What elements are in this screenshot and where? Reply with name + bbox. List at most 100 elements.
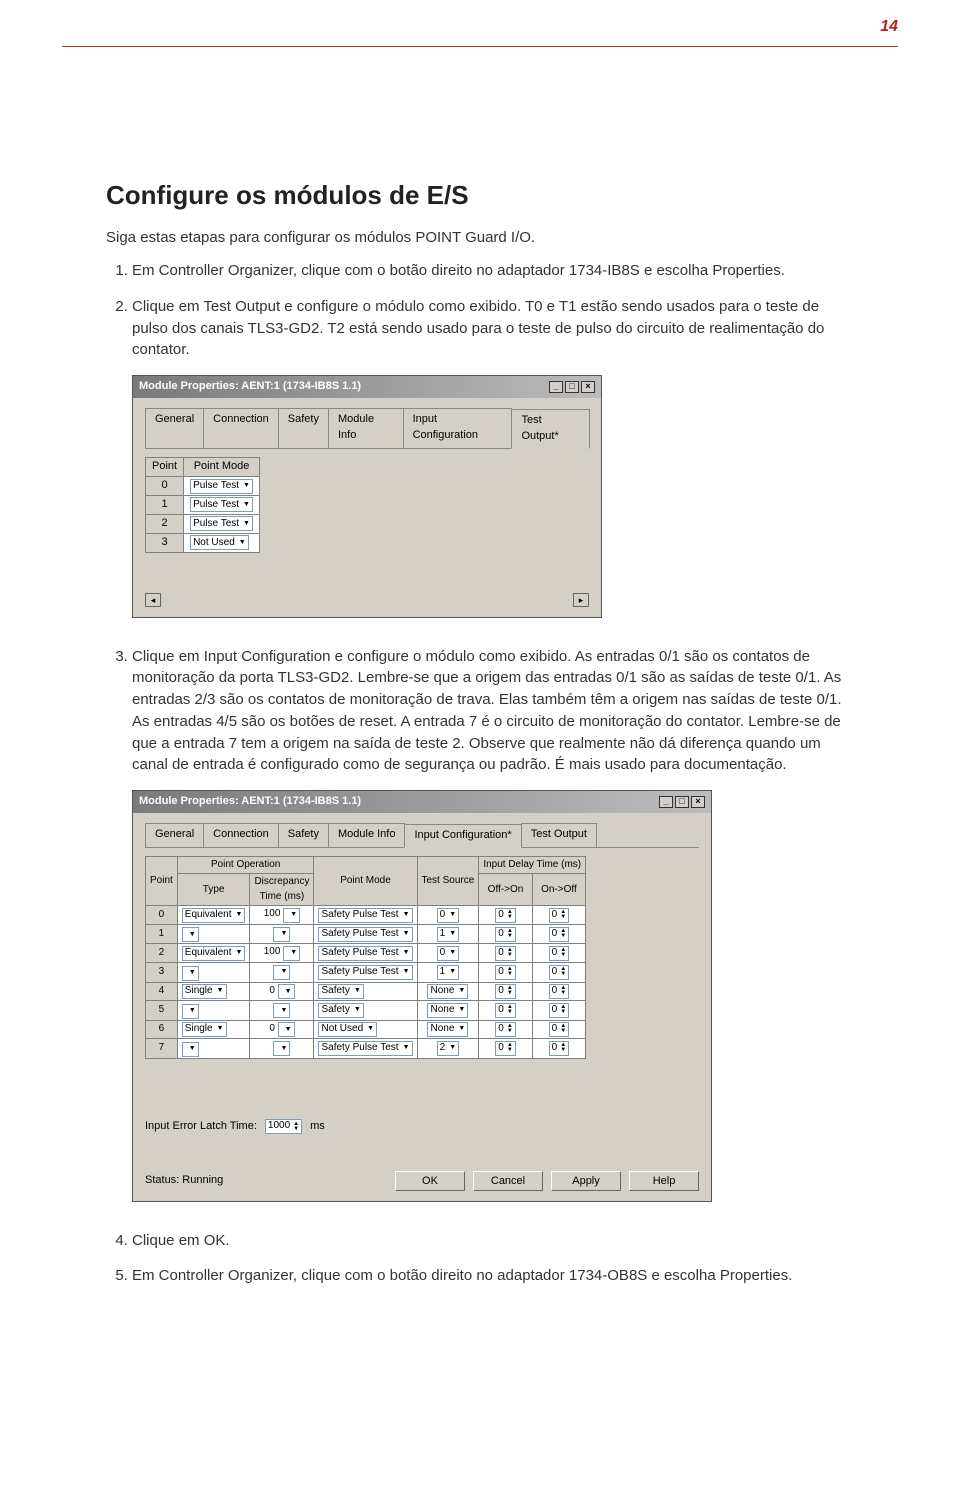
mode-cell[interactable]: Safety Pulse Test▼ <box>314 944 417 963</box>
type-cell[interactable]: Single▼ <box>177 982 250 1001</box>
onoff-cell[interactable]: 0▲▼ <box>532 982 585 1001</box>
point-table: Point Point Mode 0 Pulse Test▼ 1 Pulse T… <box>145 457 260 553</box>
onoff-cell[interactable]: 0▲▼ <box>532 1039 585 1059</box>
offon-cell[interactable]: 0▲▼ <box>479 944 532 963</box>
section-subtitle: Siga estas etapas para configurar os mód… <box>106 227 854 248</box>
onoff-cell[interactable]: 0▲▼ <box>532 1020 585 1039</box>
point-mode-select: Pulse Test▼ <box>190 497 253 512</box>
titlebar[interactable]: Module Properties: AENT:1 (1734-IB8S 1.1… <box>133 376 601 398</box>
row-index: 2 <box>146 944 178 963</box>
page-number: 14 <box>880 18 898 36</box>
apply-button[interactable]: Apply <box>551 1171 621 1191</box>
type-cell[interactable]: ▼ <box>177 963 250 983</box>
offon-cell[interactable]: 0▲▼ <box>479 963 532 983</box>
test-cell[interactable]: None▼ <box>417 1020 479 1039</box>
step-5: Em Controller Organizer, clique com o bo… <box>132 1265 854 1287</box>
type-cell[interactable]: ▼ <box>177 1001 250 1021</box>
type-cell[interactable]: Equivalent▼ <box>177 944 250 963</box>
mode-cell[interactable]: Safety▼ <box>314 982 417 1001</box>
tab-input-config[interactable]: Input Configuration <box>403 408 513 448</box>
offon-cell[interactable]: 0▲▼ <box>479 982 532 1001</box>
onoff-cell[interactable]: 0▲▼ <box>532 906 585 925</box>
row-index: 5 <box>146 1001 178 1021</box>
tabs-row: General Connection Safety Module Info In… <box>145 408 589 449</box>
step-2: Clique em Test Output e configure o módu… <box>132 296 854 618</box>
latch-label: Input Error Latch Time: <box>145 1119 257 1135</box>
input-config-table: Point Point Operation Point Mode Test So… <box>145 856 586 1059</box>
row-index: 7 <box>146 1039 178 1059</box>
scroll-right-icon[interactable]: ▸ <box>573 593 589 607</box>
disc-cell[interactable]: 0 ▼ <box>250 1020 314 1039</box>
mode-cell[interactable]: Safety Pulse Test▼ <box>314 924 417 944</box>
type-cell[interactable]: Single▼ <box>177 1020 250 1039</box>
cancel-button[interactable]: Cancel <box>473 1171 543 1191</box>
type-cell[interactable]: ▼ <box>177 924 250 944</box>
test-cell[interactable]: None▼ <box>417 1001 479 1021</box>
step-3: Clique em Input Configuration e configur… <box>132 646 854 1202</box>
tab-module-info[interactable]: Module Info <box>328 823 405 847</box>
test-cell[interactable]: 0▼ <box>417 906 479 925</box>
latch-unit: ms <box>310 1119 325 1135</box>
scroll-left-icon[interactable]: ◂ <box>145 593 161 607</box>
table-row: 2 Pulse Test▼ <box>146 514 260 533</box>
close-button[interactable]: × <box>581 381 595 393</box>
titlebar[interactable]: Module Properties: AENT:1 (1734-IB8S 1.1… <box>133 791 711 813</box>
type-cell[interactable]: ▼ <box>177 1039 250 1059</box>
tab-general[interactable]: General <box>145 823 204 847</box>
latch-time-input[interactable]: 1000 ▲▼ <box>265 1119 302 1134</box>
disc-cell[interactable]: ▼ <box>250 1039 314 1059</box>
disc-cell[interactable]: ▼ <box>250 963 314 983</box>
row-index: 6 <box>146 1020 178 1039</box>
col-input-delay: Input Delay Time (ms) <box>479 856 586 874</box>
offon-cell[interactable]: 0▲▼ <box>479 906 532 925</box>
disc-cell[interactable]: 100 ▼ <box>250 906 314 925</box>
offon-cell[interactable]: 0▲▼ <box>479 924 532 944</box>
maximize-button[interactable]: □ <box>675 796 689 808</box>
test-cell[interactable]: 2▼ <box>417 1039 479 1059</box>
disc-cell[interactable]: 0 ▼ <box>250 982 314 1001</box>
test-cell[interactable]: None▼ <box>417 982 479 1001</box>
test-cell[interactable]: 1▼ <box>417 924 479 944</box>
disc-cell[interactable]: ▼ <box>250 1001 314 1021</box>
minimize-button[interactable]: _ <box>659 796 673 808</box>
scrollbar[interactable]: ◂ ▸ <box>145 593 589 607</box>
disc-cell[interactable]: 100 ▼ <box>250 944 314 963</box>
mode-cell[interactable]: Not Used▼ <box>314 1020 417 1039</box>
offon-cell[interactable]: 0▲▼ <box>479 1020 532 1039</box>
table-row: 4Single▼0 ▼Safety▼None▼0▲▼0▲▼ <box>146 982 586 1001</box>
onoff-cell[interactable]: 0▲▼ <box>532 924 585 944</box>
table-row: 2Equivalent▼100 ▼Safety Pulse Test▼0▼0▲▼… <box>146 944 586 963</box>
test-cell[interactable]: 1▼ <box>417 963 479 983</box>
row-index: 3 <box>146 963 178 983</box>
content: Configure os módulos de E/S Siga estas e… <box>106 180 854 1301</box>
table-row: 7▼▼Safety Pulse Test▼2▼0▲▼0▲▼ <box>146 1039 586 1059</box>
tab-general[interactable]: General <box>145 408 204 448</box>
offon-cell[interactable]: 0▲▼ <box>479 1001 532 1021</box>
type-cell[interactable]: Equivalent▼ <box>177 906 250 925</box>
tab-input-config[interactable]: Input Configuration* <box>404 824 521 848</box>
onoff-cell[interactable]: 0▲▼ <box>532 963 585 983</box>
mode-cell[interactable]: Safety▼ <box>314 1001 417 1021</box>
tab-safety[interactable]: Safety <box>278 823 329 847</box>
mode-cell[interactable]: Safety Pulse Test▼ <box>314 963 417 983</box>
ok-button[interactable]: OK <box>395 1171 465 1191</box>
mode-cell[interactable]: Safety Pulse Test▼ <box>314 906 417 925</box>
tab-test-output[interactable]: Test Output* <box>511 409 590 449</box>
offon-cell[interactable]: 0▲▼ <box>479 1039 532 1059</box>
tab-test-output[interactable]: Test Output <box>521 823 597 847</box>
disc-cell[interactable]: ▼ <box>250 924 314 944</box>
titlebar-text: Module Properties: AENT:1 (1734-IB8S 1.1… <box>139 794 361 810</box>
onoff-cell[interactable]: 0▲▼ <box>532 1001 585 1021</box>
maximize-button[interactable]: □ <box>565 381 579 393</box>
onoff-cell[interactable]: 0▲▼ <box>532 944 585 963</box>
tab-connection[interactable]: Connection <box>203 408 279 448</box>
tab-connection[interactable]: Connection <box>203 823 279 847</box>
test-cell[interactable]: 0▼ <box>417 944 479 963</box>
help-button[interactable]: Help <box>629 1171 699 1191</box>
close-button[interactable]: × <box>691 796 705 808</box>
minimize-button[interactable]: _ <box>549 381 563 393</box>
tab-module-info[interactable]: Module Info <box>328 408 404 448</box>
step-2-text: Clique em Test Output e configure o módu… <box>132 298 824 359</box>
tab-safety[interactable]: Safety <box>278 408 329 448</box>
mode-cell[interactable]: Safety Pulse Test▼ <box>314 1039 417 1059</box>
